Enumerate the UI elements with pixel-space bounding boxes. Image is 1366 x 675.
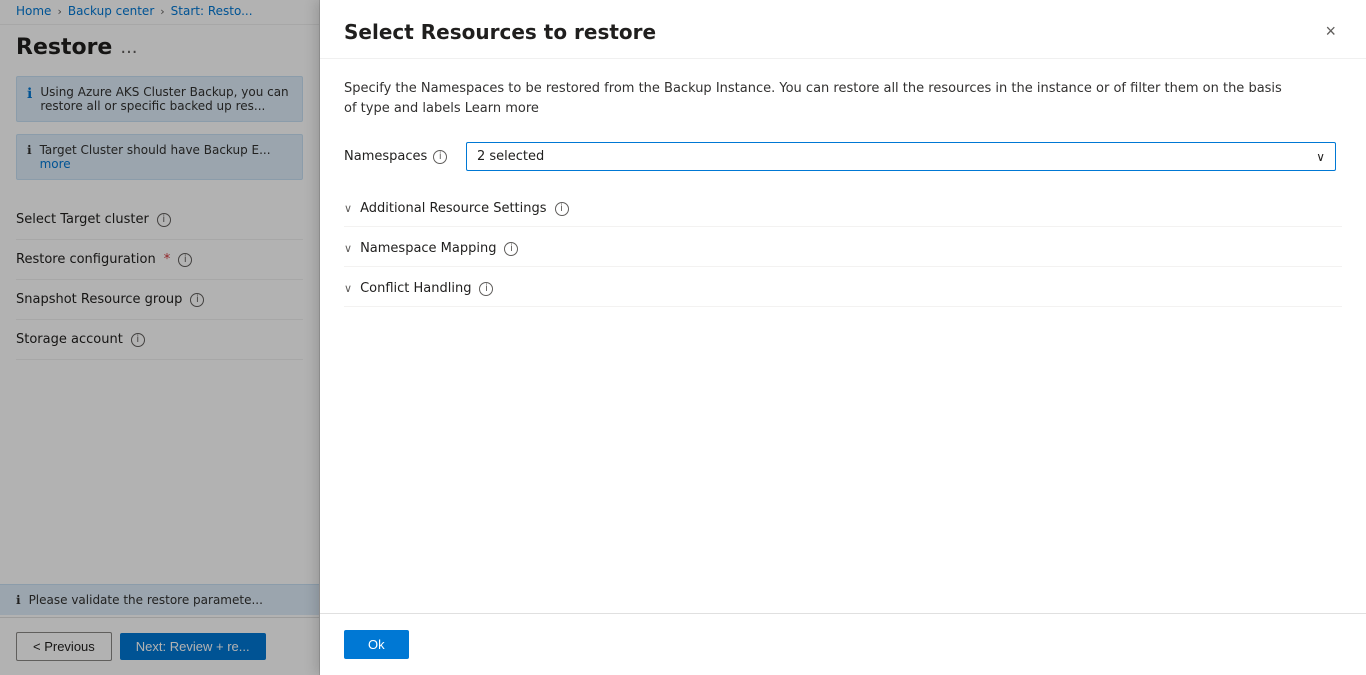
namespace-mapping-header[interactable]: ∨ Namespace Mapping i: [344, 231, 1342, 267]
namespaces-label: Namespaces i: [344, 149, 454, 164]
modal-body: Specify the Namespaces to be restored fr…: [320, 59, 1366, 613]
namespace-mapping-title: Namespace Mapping: [360, 241, 496, 256]
modal-close-button[interactable]: ×: [1319, 20, 1342, 42]
conflict-handling-section: ∨ Conflict Handling i: [344, 271, 1342, 307]
conflict-handling-chevron-icon: ∨: [344, 282, 352, 295]
namespace-mapping-section: ∨ Namespace Mapping i: [344, 231, 1342, 267]
namespaces-field-row: Namespaces i 2 selected ∨: [344, 142, 1342, 171]
conflict-handling-info-icon: i: [479, 282, 493, 296]
additional-resource-settings-header[interactable]: ∨ Additional Resource Settings i: [344, 191, 1342, 227]
namespaces-dropdown[interactable]: 2 selected ∨: [466, 142, 1336, 171]
namespace-mapping-chevron-icon: ∨: [344, 242, 352, 255]
namespaces-info-icon: i: [433, 150, 447, 164]
namespaces-value: 2 selected: [477, 149, 544, 164]
additional-settings-chevron-icon: ∨: [344, 202, 352, 215]
additional-settings-title: Additional Resource Settings: [360, 201, 546, 216]
modal-title: Select Resources to restore: [344, 20, 656, 44]
conflict-handling-header[interactable]: ∨ Conflict Handling i: [344, 271, 1342, 307]
modal-description: Specify the Namespaces to be restored fr…: [344, 79, 1294, 118]
ok-button[interactable]: Ok: [344, 630, 409, 659]
additional-resource-settings-section: ∨ Additional Resource Settings i: [344, 191, 1342, 227]
dropdown-chevron-icon: ∨: [1316, 150, 1325, 164]
modal-footer: Ok: [320, 613, 1366, 675]
modal-header: Select Resources to restore ×: [320, 0, 1366, 59]
namespaces-dropdown-wrapper: 2 selected ∨: [466, 142, 1336, 171]
additional-settings-info-icon: i: [555, 202, 569, 216]
conflict-handling-title: Conflict Handling: [360, 281, 471, 296]
namespace-mapping-info-icon: i: [504, 242, 518, 256]
modal-select-resources: Select Resources to restore × Specify th…: [320, 0, 1366, 675]
